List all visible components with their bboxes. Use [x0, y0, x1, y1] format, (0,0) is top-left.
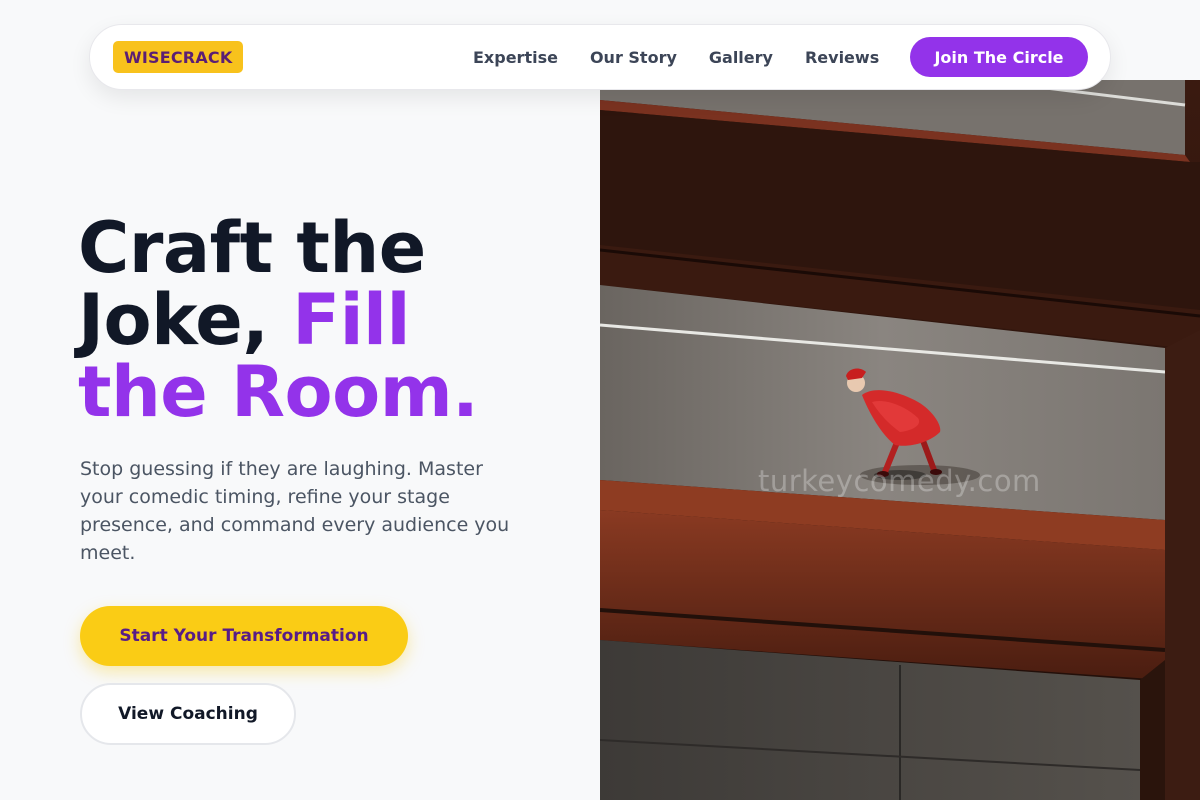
nav-link-gallery[interactable]: Gallery: [709, 48, 773, 67]
top-navbar: WISECRACK Expertise Our Story Gallery Re…: [89, 24, 1111, 90]
parking-garage-illustration: [600, 80, 1200, 800]
brand-logo[interactable]: WISECRACK: [113, 41, 244, 73]
join-circle-button[interactable]: Join The Circle: [910, 37, 1088, 77]
headline-line-1: Craft the: [78, 207, 426, 289]
headline-line-2: Joke,: [78, 279, 293, 361]
hero-photo: turkeycomedy.com: [600, 80, 1200, 800]
headline-accent-fill: Fill: [292, 279, 411, 361]
nav-links: Expertise Our Story Gallery Reviews: [473, 25, 911, 89]
view-coaching-button[interactable]: View Coaching: [80, 683, 296, 745]
nav-link-expertise[interactable]: Expertise: [473, 48, 558, 67]
hero-headline: Craft the Joke, Fill the Room.: [78, 212, 578, 428]
nav-link-reviews[interactable]: Reviews: [805, 48, 879, 67]
headline-accent-room: the Room.: [78, 351, 479, 433]
start-transformation-button[interactable]: Start Your Transformation: [80, 606, 408, 666]
image-watermark: turkeycomedy.com: [758, 464, 1041, 498]
nav-link-our-story[interactable]: Our Story: [590, 48, 677, 67]
hero-subtitle: Stop guessing if they are laughing. Mast…: [80, 458, 510, 564]
